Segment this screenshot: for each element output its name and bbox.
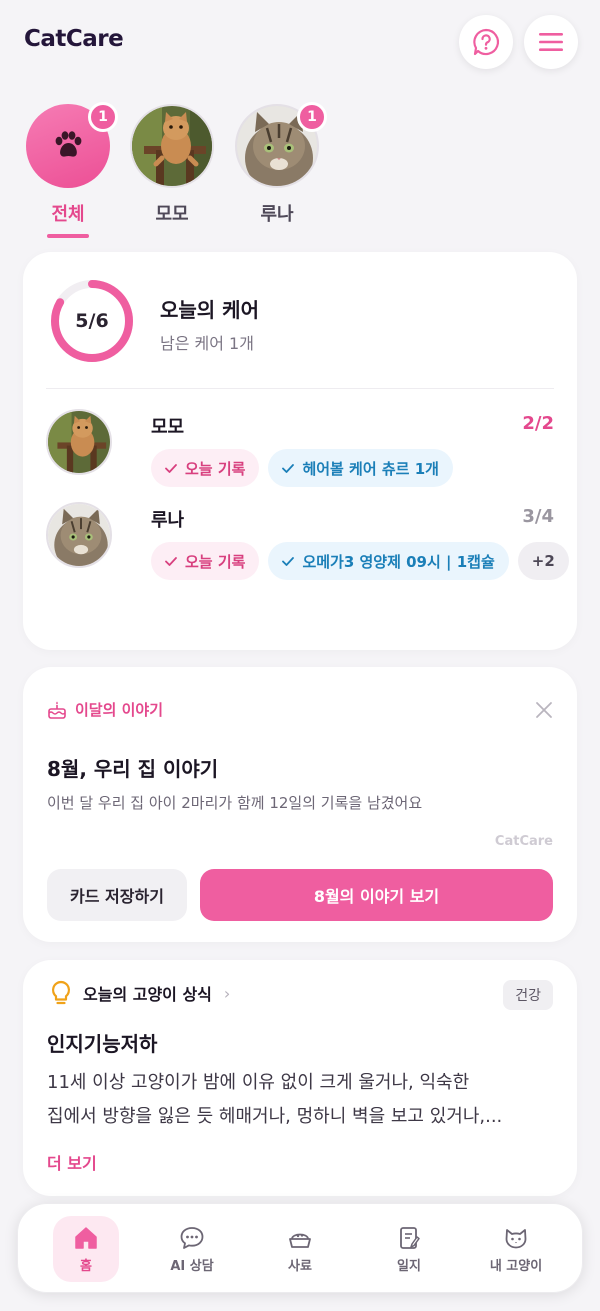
cat-tab-label: 루나	[260, 204, 294, 225]
cake-icon	[48, 701, 66, 719]
active-tab-indicator	[47, 234, 89, 238]
care-subtitle: 남은 케어 1개	[160, 334, 254, 353]
hamburger-menu-icon	[539, 33, 563, 51]
chip-label: 헤어볼 케어 츄르 1개	[302, 459, 439, 478]
care-chip-today-record[interactable]: 오늘 기록	[151, 449, 260, 487]
chat-bubble-icon	[180, 1226, 204, 1249]
chip-label: 오늘 기록	[185, 459, 246, 478]
nav-label: 사료	[288, 1258, 312, 1274]
story-description: 이번 달 우리 집 아이 2마리가 함께 12일의 기록을 남겼어요	[47, 794, 423, 812]
story-label: 이달의 이야기	[47, 699, 163, 720]
divider	[46, 388, 554, 389]
paw-icon	[55, 131, 82, 157]
care-title: 오늘의 케어	[160, 298, 259, 322]
luna-avatar	[46, 502, 112, 568]
care-chip-today-record[interactable]: 오늘 기록	[151, 542, 260, 580]
story-brand-watermark: CatCare	[494, 834, 553, 849]
cat-tab-all[interactable]: 1 전체	[26, 102, 118, 238]
cat-selector: 1 전체 모모 1 루나	[0, 100, 600, 240]
cat-tab-label: 모모	[155, 204, 189, 225]
tip-body-line: 11세 이상 고양이가 밤에 이유 없이 크게 울거나, 익숙한	[47, 1072, 470, 1093]
cat-tab-momo[interactable]: 모모	[130, 104, 214, 226]
check-icon	[165, 463, 177, 473]
care-progress-text: 5/6	[75, 310, 109, 332]
save-card-button[interactable]: 카드 저장하기	[47, 869, 187, 921]
tip-category-tag: 건강	[503, 980, 553, 1010]
nav-journal[interactable]: 일지	[376, 1216, 442, 1282]
momo-avatar	[46, 409, 112, 475]
home-icon	[75, 1226, 97, 1249]
cat-face-icon	[505, 1228, 527, 1248]
bottom-navigation: 홈 AI 상담 사료 일지 내 고양이	[17, 1203, 583, 1293]
nav-label: AI 상담	[170, 1258, 214, 1274]
app-title: CatCare	[24, 26, 124, 52]
check-icon	[282, 463, 295, 473]
read-more-link[interactable]: 더 보기	[47, 1150, 97, 1174]
lightbulb-icon	[51, 980, 71, 1005]
pet-care-count: 2/2	[522, 413, 554, 434]
cat-tab-label: 전체	[51, 204, 85, 225]
nav-label: 일지	[397, 1258, 421, 1274]
food-bowl-icon	[289, 1233, 311, 1248]
help-button[interactable]	[459, 15, 513, 69]
app-header: CatCare	[0, 0, 600, 84]
pet-care-count: 3/4	[522, 506, 554, 527]
close-icon[interactable]	[535, 701, 553, 719]
check-icon	[165, 556, 177, 566]
more-tasks-chip[interactable]: +2	[517, 542, 569, 580]
today-care-card[interactable]: 5/6 오늘의 케어 남은 케어 1개 모모 2/2 오늘 기록 헤어볼 케어 …	[23, 252, 577, 650]
story-title: 8월, 우리 집 이야기	[47, 757, 219, 781]
daily-tip-card[interactable]: 오늘의 고양이 상식 › 건강 인지기능저하 11세 이상 고양이가 밤에 이유…	[23, 960, 577, 1196]
nav-label: 내 고양이	[489, 1258, 543, 1274]
nav-my-cat[interactable]: 내 고양이	[483, 1216, 549, 1282]
nav-label: 홈	[80, 1258, 92, 1274]
nav-home[interactable]: 홈	[53, 1216, 119, 1282]
care-chip-task[interactable]: 헤어볼 케어 츄르 1개	[268, 449, 453, 487]
notebook-icon	[400, 1226, 420, 1249]
menu-button[interactable]	[524, 15, 578, 69]
nav-food[interactable]: 사료	[267, 1216, 333, 1282]
chevron-right-icon: ›	[223, 983, 231, 1003]
tip-body: 11세 이상 고양이가 밤에 이유 없이 크게 울거나, 익숙한 집에서 방향을…	[47, 1066, 553, 1134]
care-chips: 오늘 기록 오메가3 영양제 09시 | 1캡슐 +2	[151, 542, 571, 580]
tip-body-line: 집에서 방향을 잃은 듯 헤매거나, 멍하니 벽을 보고 있거나,...	[47, 1106, 503, 1127]
question-circle-icon	[473, 28, 500, 56]
chip-label: 오늘 기록	[185, 552, 246, 571]
care-chip-task[interactable]: 오메가3 영양제 09시 | 1캡슐	[268, 542, 509, 580]
momo-avatar	[130, 104, 214, 188]
tip-header-text: 오늘의 고양이 상식	[83, 985, 212, 1004]
care-chips: 오늘 기록 헤어볼 케어 츄르 1개	[151, 449, 571, 487]
notification-badge: 1	[88, 102, 118, 132]
pet-name: 루나	[151, 510, 185, 531]
pet-name: 모모	[151, 417, 185, 438]
chip-label: 오메가3 영양제 09시 | 1캡슐	[302, 552, 495, 571]
care-row-momo[interactable]: 모모 2/2 오늘 기록 헤어볼 케어 츄르 1개	[46, 409, 554, 489]
care-row-luna[interactable]: 루나 3/4 오늘 기록 오메가3 영양제 09시 | 1캡슐 +2	[46, 502, 569, 632]
notification-badge: 1	[297, 102, 327, 132]
tip-title: 인지기능저하	[47, 1032, 158, 1056]
cat-tab-luna[interactable]: 1 루나	[235, 102, 327, 226]
story-label-text: 이달의 이야기	[75, 701, 164, 719]
monthly-story-card: 이달의 이야기 8월, 우리 집 이야기 이번 달 우리 집 아이 2마리가 함…	[23, 667, 577, 942]
check-icon	[282, 556, 295, 566]
view-story-button[interactable]: 8월의 이야기 보기	[200, 869, 553, 921]
nav-ai-chat[interactable]: AI 상담	[159, 1216, 225, 1282]
tip-header[interactable]: 오늘의 고양이 상식 ›	[49, 980, 230, 1006]
